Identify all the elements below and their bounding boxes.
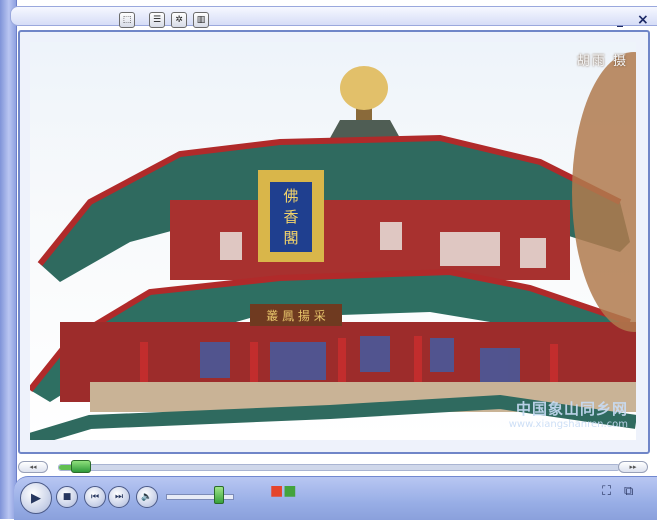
transport-controls: ▶ ■ ⏮ ⏭ 🔈 ■■ ⛶ ⧉	[14, 476, 657, 520]
fullscreen-icon[interactable]: ⛶	[602, 484, 611, 499]
video-frame: 佛 香 閣 叢 鳳 揚 采 胡雨 摄 中国象山同乡网 www.xiangshan…	[18, 30, 650, 454]
visualization-icon[interactable]: ✲	[171, 12, 187, 28]
window-left-rail	[0, 0, 17, 519]
seek-track[interactable]	[58, 464, 620, 471]
seek-forward-button[interactable]: ▸▸	[618, 461, 648, 473]
media-player-window: ⬚ ☰ ✲ ▥ _ × 佛 香 閣 叢 鳳 揚 采 胡雨 摄 中国象山同乡网 w…	[0, 0, 657, 520]
foreground-blur	[572, 52, 636, 332]
finial-cap	[330, 120, 400, 138]
stop-button[interactable]: ■	[56, 486, 78, 508]
play-button[interactable]: ▶	[20, 482, 52, 514]
seek-back-button[interactable]: ◂◂	[18, 461, 48, 473]
mute-button[interactable]: 🔈	[136, 486, 158, 508]
seek-bar-row: ◂◂ ▸▸	[18, 460, 652, 473]
lower-plaque-text: 叢 鳳 揚 采	[266, 309, 325, 323]
next-button[interactable]: ⏭	[108, 486, 130, 508]
minimize-button[interactable]: _	[617, 14, 623, 26]
photo-credit: 胡雨 摄	[576, 54, 628, 69]
volume-thumb[interactable]	[214, 486, 225, 504]
title-bar[interactable]: ⬚ ☰ ✲ ▥ _ ×	[10, 6, 657, 28]
plaque-char-3: 閣	[283, 229, 298, 247]
previous-button[interactable]: ⏮	[84, 486, 106, 508]
site-watermark: 中国象山同乡网 www.xiangshanren.com	[509, 398, 628, 430]
equalizer-icon[interactable]: ▥	[193, 12, 209, 28]
playlist-icon[interactable]: ⬚	[119, 12, 135, 28]
plaque-char-2: 香	[283, 208, 298, 226]
switch-mode-icon[interactable]: ⧉	[624, 484, 633, 499]
plaque-char-1: 佛	[283, 187, 298, 205]
pavilion-image: 佛 香 閣 叢 鳳 揚 采	[30, 52, 636, 440]
watermark-url: www.xiangshanren.com	[508, 419, 628, 430]
close-button[interactable]: ×	[637, 13, 649, 27]
watermark-title: 中国象山同乡网	[515, 400, 628, 418]
video-display[interactable]: 佛 香 閣 叢 鳳 揚 采 胡雨 摄 中国象山同乡网 www.xiangshan…	[30, 42, 636, 440]
menu-icon[interactable]: ☰	[149, 12, 165, 28]
finial-dome	[340, 66, 388, 110]
seek-thumb[interactable]	[70, 460, 91, 473]
windows-logo-icon: ■■	[270, 483, 297, 499]
